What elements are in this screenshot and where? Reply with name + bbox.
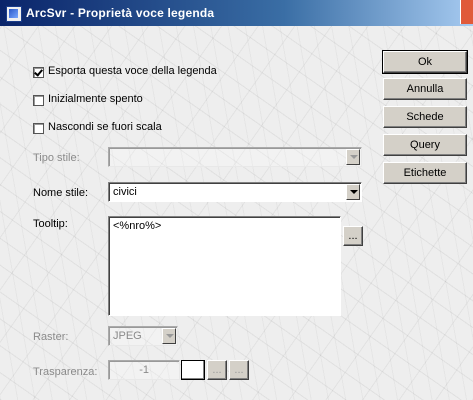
raster-select[interactable]: JPEG [108, 326, 178, 346]
schede-button[interactable]: Schede [383, 106, 467, 128]
trasparenza-browse-button[interactable]: ... [207, 360, 227, 380]
trasparenza-label: Trasparenza: [33, 366, 98, 378]
title-bar: ArcSvr - Proprietà voce legenda [0, 0, 473, 26]
esporta-checkbox[interactable] [33, 67, 44, 78]
nome-stile-label: Nome stile: [33, 187, 89, 199]
tipo-stile-select[interactable] [108, 147, 362, 167]
trasparenza-input[interactable]: -1 [108, 360, 180, 380]
window-title: ArcSvr - Proprietà voce legenda [26, 6, 215, 20]
tooltip-label: Tooltip: [33, 218, 68, 230]
raster-dropdown-icon[interactable] [162, 328, 176, 344]
tooltip-textarea[interactable]: <%nro%> [108, 216, 341, 316]
inizialmente-spento-label: Inizialmente spento [48, 93, 143, 105]
nascondi-checkbox[interactable] [33, 123, 44, 134]
tipo-stile-label: Tipo stile: [33, 152, 80, 164]
raster-label: Raster: [33, 331, 69, 343]
nome-stile-select[interactable]: civici [108, 182, 362, 202]
ok-button[interactable]: Ok [382, 50, 468, 74]
esporta-label: Esporta questa voce della legenda [48, 65, 217, 77]
query-button[interactable]: Query [383, 134, 467, 156]
trasparenza-pick-button[interactable]: ... [229, 360, 249, 380]
raster-value: JPEG [113, 330, 142, 342]
transparent-color-swatch[interactable] [181, 360, 205, 380]
etichette-button[interactable]: Etichette [383, 162, 467, 184]
nascondi-label: Nascondi se fuori scala [48, 121, 162, 133]
tipo-stile-dropdown-icon[interactable] [346, 149, 360, 165]
app-icon [6, 6, 22, 22]
trasparenza-value: -1 [139, 364, 149, 376]
close-icon[interactable] [460, 0, 473, 24]
nome-stile-dropdown-icon[interactable] [346, 184, 360, 200]
annulla-button[interactable]: Annulla [383, 78, 467, 100]
tooltip-browse-button[interactable]: ... [343, 226, 363, 246]
inizialmente-spento-checkbox[interactable] [33, 95, 44, 106]
tooltip-value: <%nro%> [113, 220, 162, 232]
nome-stile-value: civici [113, 186, 137, 198]
